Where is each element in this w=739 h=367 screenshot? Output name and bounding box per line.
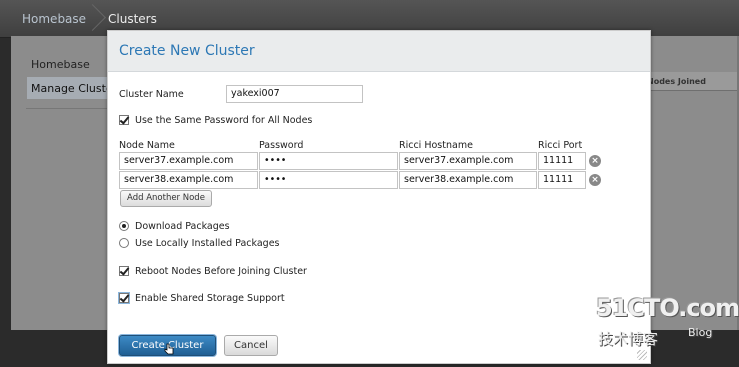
- column-ricci-port: Ricci Port: [538, 140, 583, 151]
- ricci-hostname-input[interactable]: server38.example.com: [399, 171, 537, 189]
- local-packages-label: Use Locally Installed Packages: [135, 238, 280, 249]
- column-header-nodes-joined: Nodes Joined: [651, 72, 737, 91]
- breadcrumb-homebase[interactable]: Homebase: [22, 12, 86, 26]
- breadcrumb-separator-icon: [89, 6, 101, 32]
- same-password-checkbox[interactable]: [119, 115, 129, 125]
- ricci-port-input[interactable]: 11111: [538, 152, 586, 170]
- password-input[interactable]: ••••: [259, 171, 398, 189]
- column-password: Password: [259, 140, 304, 151]
- sidebar-item-manage-clusters: Manage Clusters: [27, 77, 117, 99]
- remove-node-icon[interactable]: ×: [589, 174, 601, 186]
- hand-cursor-icon: [164, 343, 174, 355]
- remove-node-icon[interactable]: ×: [589, 155, 601, 167]
- cluster-name-label: Cluster Name: [119, 89, 184, 100]
- breadcrumb-clusters: Clusters: [108, 12, 157, 26]
- create-cluster-dialog: Create New Cluster Cluster Name yakexi00…: [107, 30, 651, 364]
- same-password-label: Use the Same Password for All Nodes: [135, 115, 313, 126]
- dialog-title: Create New Cluster: [119, 43, 255, 59]
- shared-storage-checkbox[interactable]: [119, 293, 129, 303]
- watermark-blog-text: Blog: [688, 326, 713, 339]
- ricci-port-input[interactable]: 11111: [538, 171, 586, 189]
- watermark-main-text: 51CTO.com: [596, 294, 739, 322]
- sidebar-item-homebase: Homebase: [31, 58, 90, 71]
- background-sidebar: Homebase Manage Clusters: [11, 36, 117, 330]
- add-another-node-button[interactable]: Add Another Node: [120, 190, 212, 207]
- cancel-button[interactable]: Cancel: [224, 335, 278, 356]
- node-name-input[interactable]: server38.example.com: [119, 171, 258, 189]
- watermark-sub-text: 技术博客: [598, 330, 659, 348]
- dialog-header: Create New Cluster: [108, 31, 650, 72]
- cluster-name-input[interactable]: yakexi007: [226, 85, 363, 103]
- reboot-nodes-checkbox[interactable]: [119, 266, 129, 276]
- shared-storage-label: Enable Shared Storage Support: [135, 293, 285, 304]
- password-input[interactable]: ••••: [259, 152, 398, 170]
- watermark-logo: 51CTO.com 技术博客 Blog: [596, 294, 739, 354]
- sidebar-divider: [26, 108, 116, 109]
- download-packages-radio[interactable]: [119, 221, 129, 231]
- local-packages-radio[interactable]: [119, 238, 129, 248]
- ricci-hostname-input[interactable]: server37.example.com: [399, 152, 537, 170]
- column-header-label: Nodes Joined: [651, 77, 706, 86]
- node-name-input[interactable]: server37.example.com: [119, 152, 258, 170]
- reboot-nodes-label: Reboot Nodes Before Joining Cluster: [135, 266, 307, 277]
- column-node-name: Node Name: [119, 140, 175, 151]
- column-ricci-hostname: Ricci Hostname: [399, 140, 473, 151]
- download-packages-label: Download Packages: [135, 221, 230, 232]
